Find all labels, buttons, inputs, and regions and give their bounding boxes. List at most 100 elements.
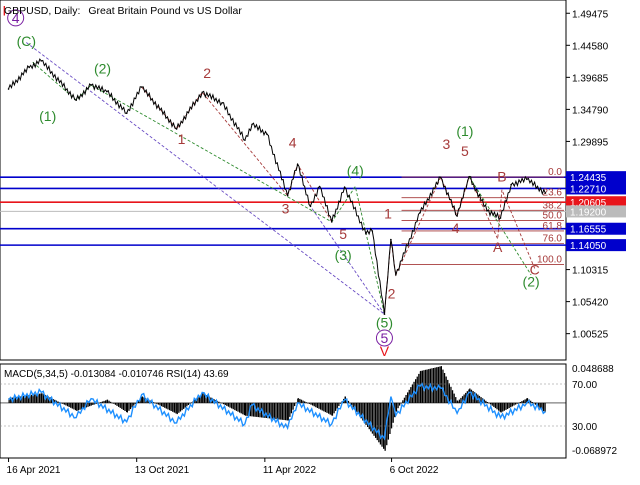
macd-bar — [90, 402, 92, 406]
macd-bar — [129, 402, 132, 410]
price-point — [526, 178, 528, 181]
macd-bar — [510, 402, 512, 408]
macd-bar — [229, 402, 231, 408]
macd-bar — [436, 367, 438, 403]
macd-bar — [232, 402, 234, 410]
macd-bar — [328, 402, 330, 414]
wave-label: 4 — [452, 220, 460, 236]
macd-bar — [290, 402, 293, 414]
wave-label: 5 — [461, 143, 469, 159]
macd-bar — [485, 400, 487, 403]
macd-bar — [122, 402, 125, 410]
macd-bar — [381, 402, 383, 447]
macd-bar — [320, 402, 322, 410]
price-tick-label: 1.49475 — [572, 9, 609, 20]
macd-bar — [92, 402, 94, 405]
price-point — [510, 183, 512, 186]
fib-level-label: 100.0 — [537, 254, 562, 265]
macd-bar — [331, 402, 334, 416]
chart-title: GBPUSD, Daily: Great Britain Pound vs US… — [4, 5, 242, 17]
price-point — [544, 192, 547, 194]
macd-bar — [176, 402, 178, 415]
macd-bar — [493, 402, 495, 407]
macd-bar — [338, 402, 340, 407]
wave-label: (4) — [347, 162, 364, 178]
price-point — [221, 101, 223, 104]
macd-bar — [272, 402, 274, 419]
macd-bar — [324, 402, 327, 413]
date-tick-label: 13 Oct 2021 — [135, 465, 190, 476]
macd-bar — [105, 400, 107, 403]
price-point — [75, 99, 77, 101]
macd-bar — [460, 397, 462, 403]
date-tick-label: 6 Oct 2022 — [390, 465, 439, 476]
macd-bar — [168, 402, 171, 411]
macd-bar — [313, 402, 315, 407]
macd-bar — [240, 402, 242, 414]
chart-description: Great Britain Pound vs US Dollar — [88, 5, 242, 17]
indicator-tick-label: 0.048688 — [572, 364, 614, 375]
wave-label: 2 — [388, 285, 396, 301]
macd-bar — [505, 402, 507, 410]
price-tick-label: 1.29895 — [572, 137, 609, 148]
date-tick-label: 11 Apr 2022 — [263, 465, 317, 476]
indicator-tick-label: 70.00 — [572, 380, 597, 391]
wave-label: 5 — [339, 226, 347, 242]
price-point — [140, 86, 143, 88]
macd-bar — [294, 402, 296, 407]
macd-bar — [500, 402, 502, 413]
macd-bar — [108, 400, 110, 403]
macd-bar — [395, 402, 398, 411]
macd-bar — [513, 402, 515, 406]
macd-bar — [226, 402, 228, 406]
horizontal-level-value: 1.19200 — [570, 207, 607, 218]
wave-label: (1) — [39, 108, 56, 124]
wave-label: (2) — [94, 61, 111, 77]
price-point — [251, 123, 253, 126]
price-point — [28, 66, 30, 69]
macd-bar — [302, 400, 304, 403]
macd-bar — [79, 402, 81, 410]
macd-bar — [292, 402, 294, 410]
macd-bar — [275, 402, 277, 420]
chart-canvas[interactable]: 0.023.638.250.061.876.0100.0 I 4(C)(2)(1)… — [0, 0, 640, 480]
macd-bar — [498, 402, 500, 411]
macd-bar — [390, 402, 393, 429]
macd-bar — [76, 402, 78, 411]
macd-bar — [116, 402, 118, 406]
fib-level-label: 50.0 — [543, 211, 563, 222]
horizontal-level-value: 1.14050 — [570, 241, 607, 252]
macd-bar — [162, 402, 164, 407]
macd-bar — [318, 402, 320, 409]
wave-label: (3) — [335, 247, 352, 263]
macd-bar — [431, 368, 433, 403]
price-point — [175, 128, 178, 130]
price-point — [309, 205, 312, 207]
macd-bar — [376, 402, 378, 441]
price-point — [296, 163, 299, 166]
price-point — [330, 221, 333, 223]
macd-bar — [103, 400, 105, 403]
price-tick-label: 1.44580 — [572, 41, 609, 52]
macd-bar — [496, 402, 498, 410]
macd-bar — [312, 402, 314, 406]
indicator-tick-label: 30.00 — [572, 422, 597, 433]
price-point — [7, 88, 10, 90]
macd-bar — [316, 402, 319, 408]
macd-bar — [38, 393, 41, 403]
macd-bar — [458, 399, 460, 403]
price-point — [244, 139, 246, 141]
horizontal-level-value: 1.22710 — [570, 184, 607, 195]
macd-bar — [34, 394, 36, 403]
macd-bar — [231, 402, 233, 409]
price-tick-label: 1.34790 — [572, 105, 609, 116]
macd-bar — [106, 399, 109, 403]
chart-window: 0.0 23.6 38.2 50.0 61.8 76.0 100.0 I 4 (C) (2) (1)… — [0, 0, 640, 480]
macd-bar — [121, 402, 123, 409]
wave-label: 1 — [178, 131, 186, 147]
macd-bar — [284, 402, 287, 421]
price-point — [286, 194, 289, 197]
price-point — [499, 217, 502, 219]
macd-bar — [41, 393, 43, 403]
macd-bar — [26, 395, 28, 403]
